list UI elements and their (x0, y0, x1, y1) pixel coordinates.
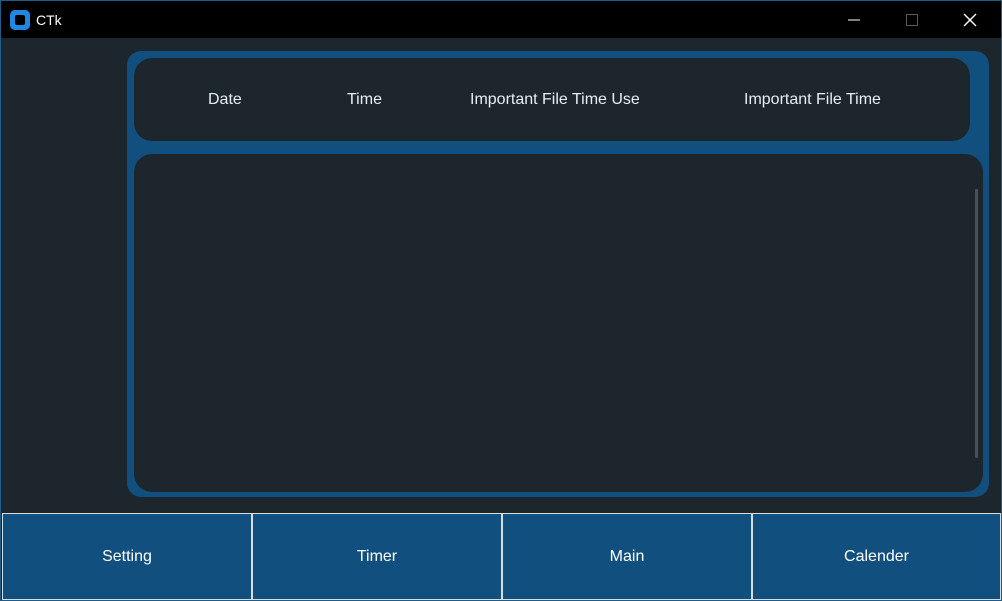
nav-timer-button[interactable]: Timer (252, 513, 502, 600)
app-logo-icon (10, 10, 30, 30)
nav-setting-button[interactable]: Setting (2, 513, 252, 600)
log-panel: Date Time Important File Time Use Import… (127, 51, 989, 497)
title-bar[interactable]: CTk (1, 1, 1001, 38)
nav-main-button[interactable]: Main (502, 513, 752, 600)
close-button[interactable] (947, 1, 993, 38)
nav-calender-button[interactable]: Calender (752, 513, 1001, 600)
column-header-time: Time (347, 91, 382, 108)
minimize-icon (848, 19, 860, 20)
minimize-button[interactable] (831, 1, 877, 38)
maximize-icon (906, 13, 918, 26)
close-icon (963, 13, 977, 26)
table-header: Date Time Important File Time Use Import… (134, 58, 970, 141)
app-window: CTk Date Time Important File Time Use Im… (0, 0, 1002, 601)
maximize-button[interactable] (889, 1, 935, 38)
column-header-important-file-time: Important File Time (744, 91, 881, 108)
column-header-important-file-time-use: Important File Time Use (470, 91, 640, 108)
vertical-scrollbar[interactable] (975, 189, 978, 458)
window-title: CTk (36, 12, 62, 28)
log-list[interactable] (134, 154, 983, 492)
column-header-date: Date (208, 91, 242, 108)
